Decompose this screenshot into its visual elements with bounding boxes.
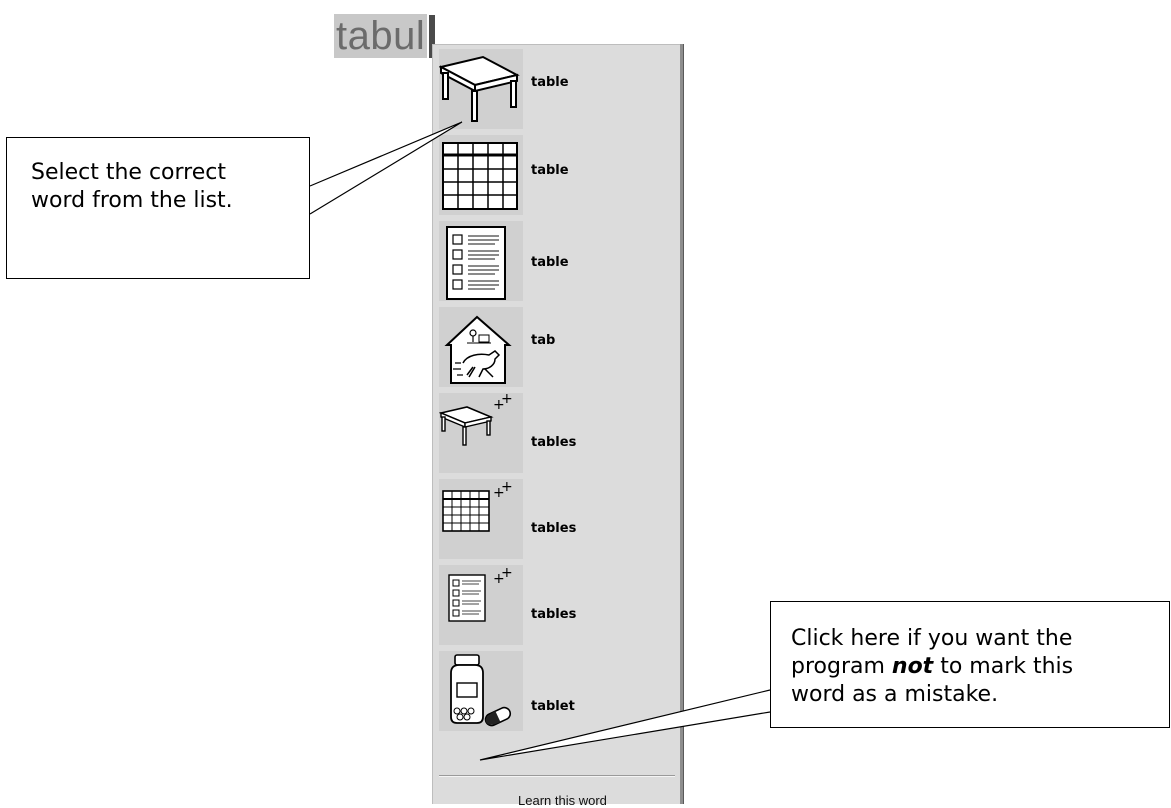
suggestion-word: tablet bbox=[531, 699, 575, 714]
suggestion-item-table-grid[interactable]: table bbox=[439, 135, 675, 218]
callout-emphasis: not bbox=[891, 654, 934, 679]
callout-text-line: program not to mark this bbox=[791, 653, 1149, 681]
table-furniture-plural-icon: + + bbox=[439, 393, 523, 473]
suggestion-word: table bbox=[531, 75, 569, 90]
callout-text-line: word from the list. bbox=[31, 188, 233, 213]
suggestion-item-table-furniture[interactable]: table bbox=[439, 49, 675, 132]
svg-text:+: + bbox=[501, 565, 513, 581]
horse-stable-icon bbox=[439, 307, 523, 387]
suggestion-item-tables-furniture[interactable]: + + tables bbox=[439, 393, 675, 476]
select-word-callout: Select the correct word from the list. bbox=[6, 137, 310, 279]
checklist-table-plural-icon: + + bbox=[439, 565, 523, 645]
learn-this-word-button[interactable]: Learn this word bbox=[518, 793, 607, 808]
suggestion-item-tab[interactable]: tab bbox=[439, 307, 675, 390]
svg-text:+: + bbox=[501, 479, 513, 495]
callout-text-fragment: to mark this bbox=[933, 654, 1074, 679]
suggestion-word: tab bbox=[531, 333, 556, 348]
grid-table-icon bbox=[439, 135, 523, 215]
suggestion-item-table-list[interactable]: table bbox=[439, 221, 675, 304]
suggestion-item-tables-grid[interactable]: + + tables bbox=[439, 479, 675, 562]
callout-text-line: Select the correct bbox=[31, 160, 226, 185]
pill-bottle-icon bbox=[439, 651, 523, 731]
suggestion-item-tablet[interactable]: tablet bbox=[439, 651, 675, 734]
svg-text:+: + bbox=[501, 393, 513, 407]
checklist-table-icon bbox=[439, 221, 523, 301]
suggestion-word: tables bbox=[531, 435, 577, 450]
suggestion-menu: table table table tab + + tables + + tab… bbox=[432, 44, 680, 808]
suggestion-word: tables bbox=[531, 607, 577, 622]
menu-separator bbox=[439, 775, 675, 777]
grid-table-plural-icon: + + bbox=[439, 479, 523, 559]
suggestion-item-tables-list[interactable]: + + tables bbox=[439, 565, 675, 648]
suggestion-word: tables bbox=[531, 521, 577, 536]
suggestion-word: table bbox=[531, 255, 569, 270]
callout-text-line: word as a mistake. bbox=[791, 682, 999, 707]
typed-word: tabul bbox=[334, 14, 428, 58]
table-furniture-icon bbox=[439, 49, 523, 129]
callout-text-line: Click here if you want the bbox=[791, 626, 1073, 651]
learn-word-callout: Click here if you want the program not t… bbox=[770, 601, 1170, 728]
callout-text-fragment: program bbox=[791, 654, 892, 679]
suggestion-word: table bbox=[531, 163, 569, 178]
